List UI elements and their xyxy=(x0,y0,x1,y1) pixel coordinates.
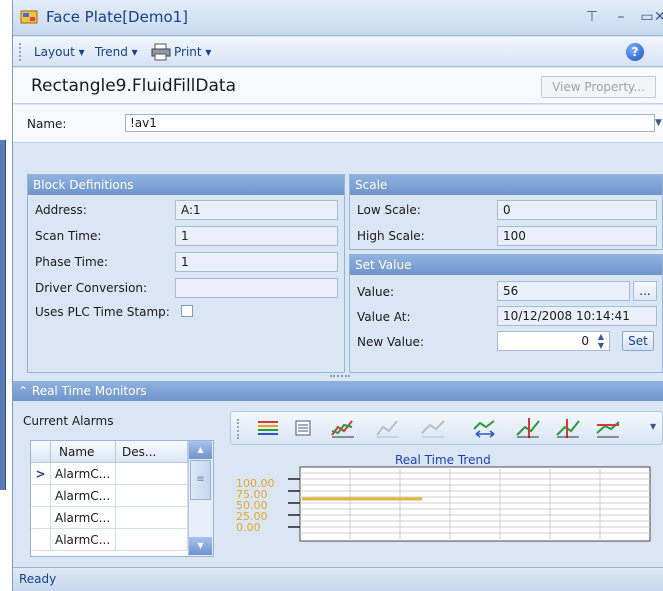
trend-style-icon[interactable] xyxy=(420,417,446,439)
scroll-up-icon[interactable]: ▲ xyxy=(189,441,212,459)
trend-y-axis: 100.00 75.00 50.00 25.00 0.00 xyxy=(236,478,275,533)
high-scale-value: 100 xyxy=(497,226,657,246)
name-input[interactable]: !av1 xyxy=(125,114,655,132)
scan-time-value: 1 xyxy=(175,226,338,246)
page-title: Rectangle9.FluidFillData xyxy=(31,76,236,96)
double-chevron-up-icon[interactable]: ⌃ xyxy=(18,384,28,398)
row-header xyxy=(31,507,51,529)
value-label: Value: xyxy=(357,285,394,299)
menu-print[interactable]: Print ▾ xyxy=(174,45,211,59)
grid-header-name[interactable]: Name xyxy=(51,441,116,463)
grid-cell-description[interactable] xyxy=(116,485,188,507)
driver-conversion-value xyxy=(175,278,338,298)
toolbar-grip xyxy=(237,419,240,439)
grid-cell-name[interactable]: AlarmC... xyxy=(51,529,116,551)
grid-cell-description[interactable] xyxy=(116,529,188,551)
grid-cell-description[interactable] xyxy=(116,463,188,485)
grid-cell-name[interactable]: AlarmC... xyxy=(51,463,116,485)
menu-trend[interactable]: Trend ▾ xyxy=(95,45,138,59)
uses-plc-time-stamp-checkbox[interactable] xyxy=(181,305,193,317)
view-property-button[interactable]: View Property... xyxy=(541,76,656,98)
grid-cell-name[interactable]: AlarmC... xyxy=(51,507,116,529)
status-bar: Ready xyxy=(13,567,663,591)
phase-time-label: Phase Time: xyxy=(35,255,109,269)
grid-corner xyxy=(31,441,51,463)
row-header xyxy=(31,485,51,507)
scan-time-label: Scan Time: xyxy=(35,229,102,243)
high-scale-label: High Scale: xyxy=(357,229,425,243)
value-at-label: Value At: xyxy=(357,310,411,324)
help-icon[interactable]: ? xyxy=(626,43,644,61)
set-button[interactable]: Set xyxy=(622,331,654,351)
trend-plot[interactable] xyxy=(286,465,656,545)
low-scale-value: 0 xyxy=(497,200,657,220)
current-row-indicator: > xyxy=(31,463,51,485)
grid-header-description[interactable]: Des... xyxy=(116,441,188,463)
new-value-label: New Value: xyxy=(357,335,424,349)
real-time-monitors-header[interactable]: ⌃ Real Time Monitors xyxy=(13,381,663,401)
background-window-edge xyxy=(0,140,6,490)
name-label: Name: xyxy=(27,117,67,131)
grid-cell-description[interactable] xyxy=(116,507,188,529)
current-alarms-title: Current Alarms xyxy=(23,414,114,428)
window-title: Face Plate[Demo1] xyxy=(46,8,189,26)
toolbar-grip xyxy=(19,43,22,61)
scroll-down-icon[interactable]: ▼ xyxy=(189,537,212,555)
close-button[interactable]: ✕ xyxy=(654,8,663,26)
phase-time-value: 1 xyxy=(175,252,338,272)
set-value-header: Set Value xyxy=(350,255,662,275)
scroll-thumb[interactable]: ≡ xyxy=(190,460,211,500)
cursor-trend-icon[interactable] xyxy=(515,417,541,439)
driver-conversion-label: Driver Conversion: xyxy=(35,281,148,295)
menu-layout[interactable]: Layout ▾ xyxy=(34,45,85,59)
scale-header: Scale xyxy=(350,175,662,195)
toolbar-overflow-icon[interactable]: ▼ xyxy=(650,422,656,431)
block-definitions-header: Block Definitions xyxy=(28,175,344,195)
spin-up-icon[interactable]: ▲ xyxy=(596,332,606,341)
minimize-button[interactable]: – xyxy=(610,8,632,26)
address-label: Address: xyxy=(35,203,87,217)
pin-icon[interactable]: ⊤ xyxy=(581,8,603,26)
table-view-icon[interactable] xyxy=(290,417,316,439)
app-icon xyxy=(20,10,38,24)
trend-lines-icon[interactable] xyxy=(330,417,356,439)
y-tick-label: 0.00 xyxy=(236,521,261,534)
value-at-display: 10/12/2008 10:14:41 xyxy=(497,306,657,326)
real-time-monitors-title: Real Time Monitors xyxy=(31,384,147,398)
trend-options-icon[interactable] xyxy=(375,417,401,439)
value-display: 56 xyxy=(497,281,630,301)
legend-list-icon[interactable] xyxy=(255,417,281,439)
row-header xyxy=(31,529,51,551)
address-value: A:1 xyxy=(175,200,338,220)
low-scale-label: Low Scale: xyxy=(357,203,421,217)
spin-down-icon[interactable]: ▼ xyxy=(596,341,606,350)
printer-icon[interactable] xyxy=(150,43,172,61)
chevron-down-icon[interactable]: ▼ xyxy=(655,114,663,132)
marker-trend-icon[interactable] xyxy=(555,417,581,439)
pan-trend-icon[interactable] xyxy=(472,417,498,439)
splitter-handle[interactable] xyxy=(330,375,350,378)
new-value-input[interactable]: 0 xyxy=(497,331,610,351)
zoom-trend-icon[interactable] xyxy=(595,417,621,439)
grid-cell-name[interactable]: AlarmC... xyxy=(51,485,116,507)
browse-button[interactable]: ... xyxy=(633,281,657,301)
uses-plc-time-stamp-label: Uses PLC Time Stamp: xyxy=(35,305,170,319)
